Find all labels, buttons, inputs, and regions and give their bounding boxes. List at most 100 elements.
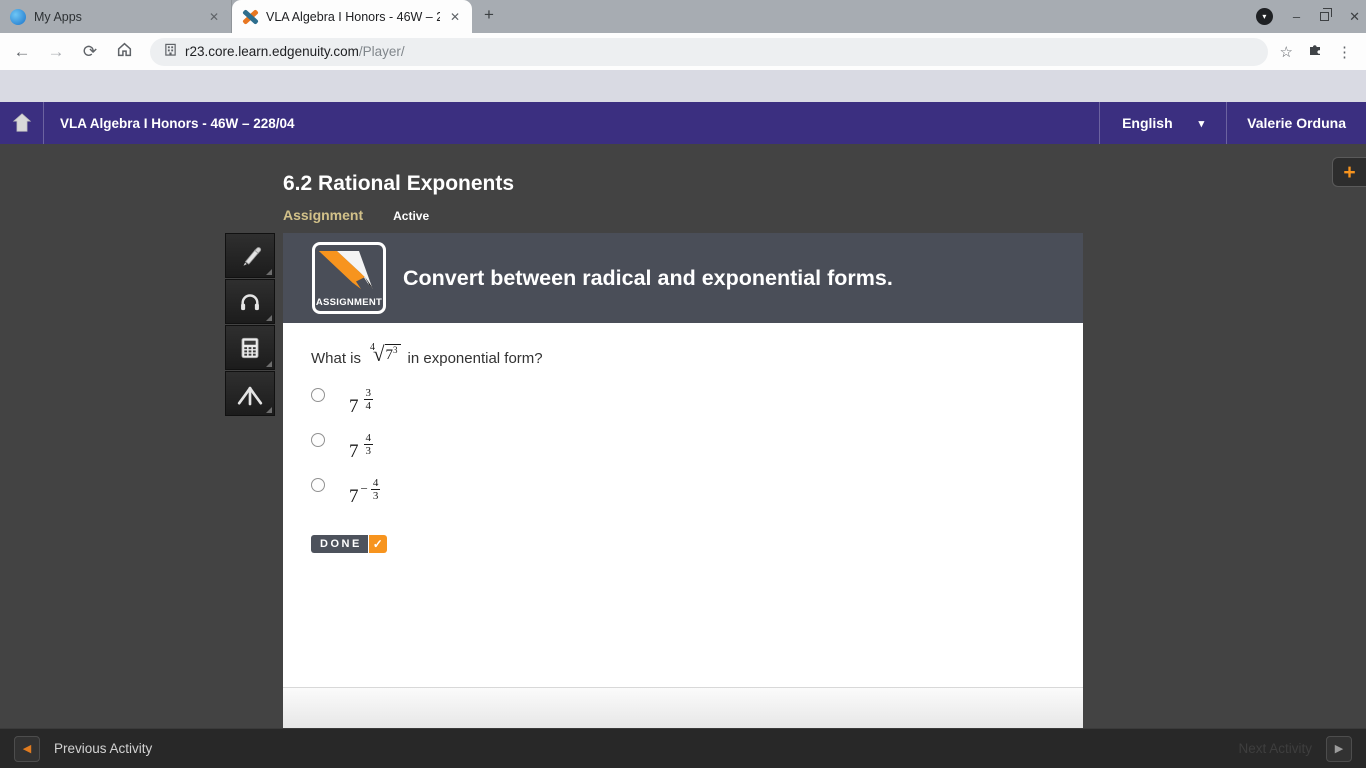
option-base: 7 bbox=[349, 440, 359, 462]
page-top-strip bbox=[0, 70, 1366, 102]
expand-panel-tab[interactable]: + bbox=[1332, 157, 1366, 187]
headphones-icon bbox=[241, 293, 259, 310]
prompt-title: Convert between radical and exponential … bbox=[403, 265, 893, 290]
window-minimize-button[interactable]: – bbox=[1293, 10, 1300, 23]
question-prefix: What is bbox=[311, 350, 362, 368]
tool-flyout-notch bbox=[266, 361, 272, 367]
activity-nav-bar: ◀ Previous Activity Next Activity ▶ bbox=[0, 728, 1366, 768]
toolbar-actions: ☆ ⋮ bbox=[1280, 41, 1358, 62]
next-activity-button[interactable]: ▶ bbox=[1326, 735, 1352, 762]
main-area: 6.2 Rational Exponents Assignment Active… bbox=[0, 144, 1366, 728]
language-label: English bbox=[1122, 115, 1173, 131]
question-area: What is 4√73 in exponential form? 734 bbox=[283, 323, 1083, 687]
question-text: What is 4 √ 73 in exponential form? bbox=[311, 342, 1055, 370]
done-label: DONE bbox=[311, 534, 368, 553]
calculator-tool-button[interactable] bbox=[225, 325, 275, 370]
home-house-icon bbox=[12, 113, 31, 132]
option-fraction: 43 bbox=[363, 431, 373, 458]
back-icon[interactable]: ← bbox=[8, 42, 36, 62]
next-activity-label: Next Activity bbox=[1238, 741, 1312, 756]
myapps-favicon-icon bbox=[10, 8, 26, 25]
option-base: 7 bbox=[349, 395, 359, 417]
option-expression: 7−4 3 bbox=[349, 476, 381, 508]
pencil-icon bbox=[243, 246, 262, 266]
tool-flyout-notch bbox=[266, 315, 272, 321]
option-fraction: 43 bbox=[370, 476, 381, 503]
tab-close-icon[interactable]: ✕ bbox=[448, 10, 462, 24]
url-text: r23.core.learn.edgenuity.com/Player/ bbox=[185, 44, 405, 59]
new-tab-button[interactable]: + bbox=[472, 1, 506, 33]
reload-icon[interactable]: ⟳ bbox=[76, 42, 104, 62]
lesson-status-label: Active bbox=[393, 209, 430, 223]
activity-footer-strip bbox=[283, 687, 1083, 728]
assignment-badge-label: ASSIGNMENT bbox=[315, 297, 383, 308]
screen: My Apps ✕ VLA Algebra I Honors - 46W – 2… bbox=[0, 0, 1366, 768]
radio-button[interactable] bbox=[311, 477, 325, 492]
calculator-icon bbox=[241, 337, 259, 358]
browser-tab-strip: My Apps ✕ VLA Algebra I Honors - 46W – 2… bbox=[0, 0, 1366, 33]
radio-button[interactable] bbox=[311, 387, 325, 402]
language-selector[interactable]: English ▾ bbox=[1099, 102, 1226, 144]
answer-option-2[interactable]: 743 bbox=[311, 432, 1055, 464]
previous-activity-button[interactable]: ◀ bbox=[14, 735, 40, 762]
lesson-subheader: Assignment Active bbox=[283, 207, 429, 223]
answer-option-1[interactable]: 734 bbox=[311, 387, 1055, 419]
check-icon: ✓ bbox=[368, 534, 387, 553]
activity-card: ASSIGNMENT Convert between radical and e… bbox=[283, 233, 1083, 728]
compass-icon bbox=[237, 386, 263, 405]
browser-profile-icon[interactable]: ▾ bbox=[1255, 8, 1273, 25]
tab-my-apps[interactable]: My Apps ✕ bbox=[0, 0, 232, 33]
radicand-exponent: 3 bbox=[393, 345, 398, 355]
tab-title: My Apps bbox=[34, 9, 82, 24]
window-controls: ▾ – ✕ bbox=[1255, 0, 1360, 33]
option-sign: − bbox=[360, 480, 368, 496]
option-expression: 743 bbox=[349, 432, 373, 463]
radio-button[interactable] bbox=[311, 432, 325, 447]
address-bar[interactable]: r23.core.learn.edgenuity.com/Player/ bbox=[150, 37, 1268, 66]
assignment-pencil-icon bbox=[319, 251, 373, 289]
answer-options: 734 743 7−4 3 bbox=[311, 387, 1055, 509]
audio-tool-button[interactable] bbox=[225, 279, 275, 324]
extensions-puzzle-icon[interactable] bbox=[1307, 41, 1323, 62]
root-index: 4 bbox=[370, 342, 376, 353]
browser-toolbar: ← → ⟳ r23.core.learn.edgenuity.com/Playe… bbox=[0, 33, 1366, 70]
previous-activity[interactable]: ◀ Previous Activity bbox=[14, 735, 153, 762]
arrow-right-icon: ▶ bbox=[1334, 743, 1344, 755]
user-name: Valerie Orduna bbox=[1247, 115, 1346, 131]
site-building-icon bbox=[164, 43, 177, 61]
user-menu[interactable]: Valerie Orduna bbox=[1226, 102, 1366, 144]
next-activity: Next Activity ▶ bbox=[1238, 735, 1352, 762]
tab-vla-algebra[interactable]: VLA Algebra I Honors - 46W – 2 ✕ bbox=[232, 0, 472, 33]
tab-close-icon[interactable]: ✕ bbox=[207, 10, 221, 24]
done-button[interactable]: DONE ✓ bbox=[311, 534, 387, 553]
lesson-title: 6.2 Rational Exponents bbox=[283, 172, 515, 195]
bookmark-star-icon[interactable]: ☆ bbox=[1280, 43, 1293, 61]
home-button[interactable] bbox=[0, 102, 44, 144]
edgenuity-favicon-icon bbox=[242, 8, 259, 25]
window-close-button[interactable]: ✕ bbox=[1349, 10, 1360, 23]
highlighter-tool-button[interactable] bbox=[225, 233, 275, 278]
option-expression: 734 bbox=[349, 387, 373, 418]
lesson-type-label: Assignment bbox=[283, 207, 364, 223]
app-header: VLA Algebra I Honors - 46W – 228/04 Engl… bbox=[0, 102, 1366, 144]
browser-menu-icon[interactable]: ⋮ bbox=[1337, 43, 1352, 61]
radicand-base: 7 bbox=[385, 347, 394, 363]
tool-flyout-notch bbox=[266, 269, 272, 275]
tab-title: VLA Algebra I Honors - 46W – 2 bbox=[266, 9, 440, 24]
previous-activity-label: Previous Activity bbox=[54, 741, 153, 756]
tool-sidebar bbox=[225, 233, 275, 416]
option-base: 7 bbox=[349, 485, 359, 507]
assignment-badge: ASSIGNMENT bbox=[312, 242, 386, 314]
course-title: VLA Algebra I Honors - 46W – 228/04 bbox=[60, 115, 295, 131]
answer-option-3[interactable]: 7−4 3 bbox=[311, 477, 1055, 509]
option-fraction: 34 bbox=[363, 386, 373, 413]
forward-icon[interactable]: → bbox=[42, 42, 70, 62]
arrow-left-icon: ◀ bbox=[22, 743, 32, 755]
browser-home-icon[interactable] bbox=[110, 41, 138, 63]
radical-expression: 4 √ 73 bbox=[368, 342, 401, 366]
tool-flyout-notch bbox=[266, 407, 272, 413]
window-restore-button[interactable] bbox=[1320, 8, 1333, 21]
drawing-tool-button[interactable] bbox=[225, 371, 275, 416]
activity-header: ASSIGNMENT Convert between radical and e… bbox=[283, 233, 1083, 323]
question-suffix: in exponential form? bbox=[407, 350, 543, 368]
